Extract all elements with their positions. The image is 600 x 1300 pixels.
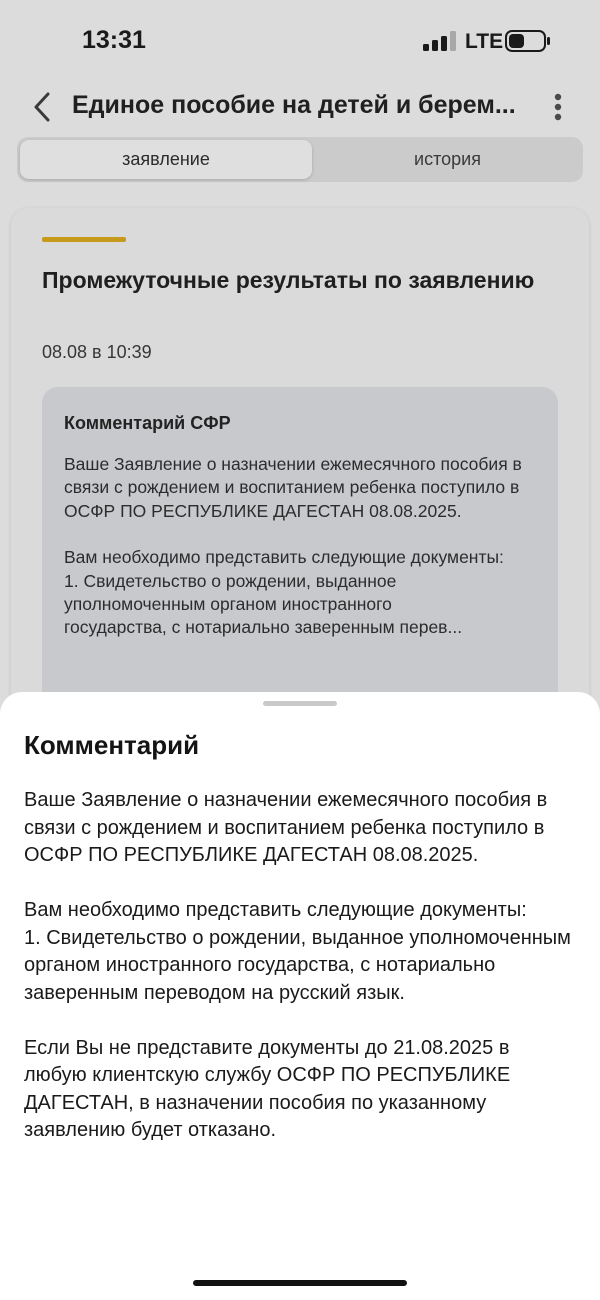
- comment-paragraph: Вам необходимо представить следующие док…: [64, 547, 504, 568]
- network-type: LTE: [465, 30, 504, 53]
- truncated-line: государства, с нотариально заверенным пе…: [64, 617, 463, 638]
- sheet-paragraph: Вам необходимо представить следующие док…: [24, 899, 527, 921]
- sheet-title: Комментарий: [24, 730, 200, 760]
- accent-bar: [42, 237, 126, 242]
- tab-application[interactable]: заявление: [20, 140, 312, 179]
- sheet-drag-handle[interactable]: [263, 701, 337, 706]
- status-time: 13:31: [82, 26, 146, 54]
- comment-paragraph: 1. Свидетельство о рождении, выданное уп…: [64, 570, 397, 615]
- card-date: 08.08 в 10:39: [42, 342, 152, 362]
- status-bar: 13:31 LTE: [0, 0, 600, 80]
- sheet-paragraph: Если Вы не представите документы до 21.0…: [24, 1036, 511, 1142]
- card-title: Промежуточные результаты по заявлению: [42, 267, 535, 293]
- sheet-paragraph: Ваше Заявление о назначении ежемесячного…: [24, 789, 548, 866]
- comment-paragraph-truncated: государства, с нотариально заверенным пе…: [64, 616, 534, 639]
- sheet-paragraph: 1. Свидетельство о рождении, выданное уп…: [24, 926, 571, 1004]
- home-indicator[interactable]: [193, 1280, 407, 1286]
- signal-bars-icon: [423, 31, 456, 51]
- back-chevron-icon[interactable]: [30, 90, 56, 124]
- result-card: Промежуточные результаты по заявлению 08…: [11, 208, 589, 768]
- comment-bottom-sheet: Комментарий Ваше Заявление о назначении …: [0, 692, 600, 1300]
- segmented-tabs: заявление история: [17, 137, 583, 182]
- tab-history[interactable]: история: [315, 140, 580, 179]
- page-title: Единое пособие на детей и берем...: [72, 91, 516, 119]
- comment-paragraph: Ваше Заявление о назначении ежемесячного…: [64, 454, 522, 521]
- more-vertical-icon[interactable]: [548, 92, 568, 122]
- comment-box-title: Комментарий СФР: [64, 413, 231, 433]
- comment-box-text: Ваше Заявление о назначении ежемесячного…: [64, 453, 534, 640]
- battery-icon: [505, 30, 550, 52]
- sheet-text: Ваше Заявление о назначении ежемесячного…: [24, 787, 576, 1145]
